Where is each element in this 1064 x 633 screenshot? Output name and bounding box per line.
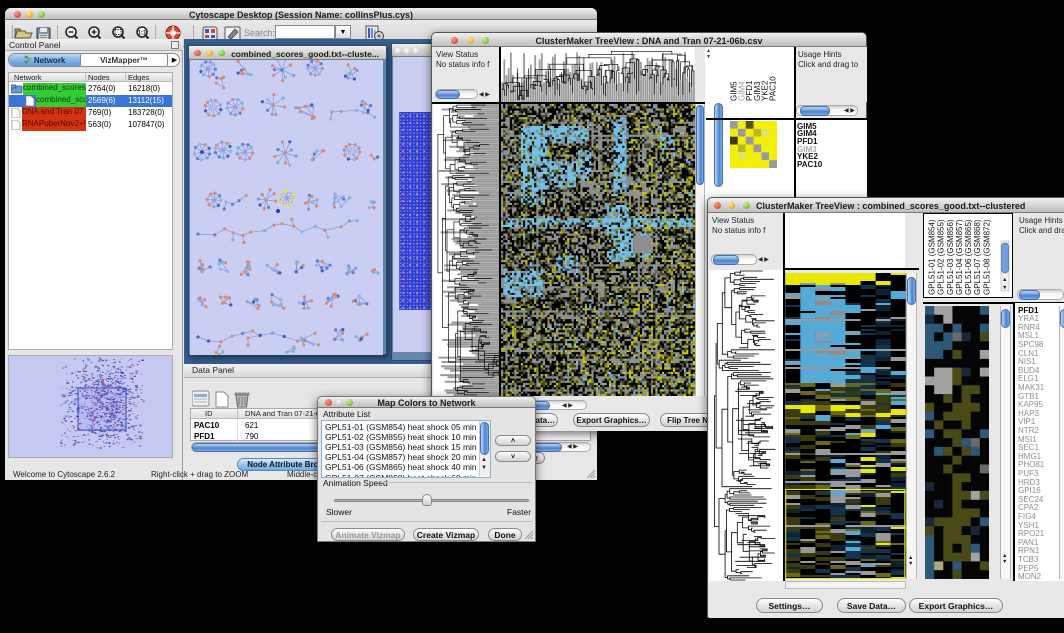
svg-text:GPL51-04 (GSM857): GPL51-04 (GSM857) — [955, 219, 964, 295]
svg-text:GPL51-06 (GSM865): GPL51-06 (GSM865) — [964, 219, 973, 295]
svg-text:GPL51-02 (GSM855): GPL51-02 (GSM855) — [937, 219, 946, 295]
svg-text:GPL51-01 (GSM854): GPL51-01 (GSM854) — [928, 219, 937, 295]
svg-text:1:1: 1:1 — [138, 31, 147, 37]
svg-text:GPL51-07 (GSM868): GPL51-07 (GSM868) — [973, 219, 982, 295]
svg-text:PAC10: PAC10 — [768, 76, 777, 101]
svg-text:GPL51-03 (GSM856): GPL51-03 (GSM856) — [946, 219, 955, 295]
svg-text:▲: ▲ — [1002, 277, 1007, 283]
svg-text:Search:: Search: — [244, 28, 275, 38]
svg-text:GPL51-08 (GSM872): GPL51-08 (GSM872) — [982, 219, 991, 295]
svg-text:▼: ▼ — [1002, 285, 1007, 291]
